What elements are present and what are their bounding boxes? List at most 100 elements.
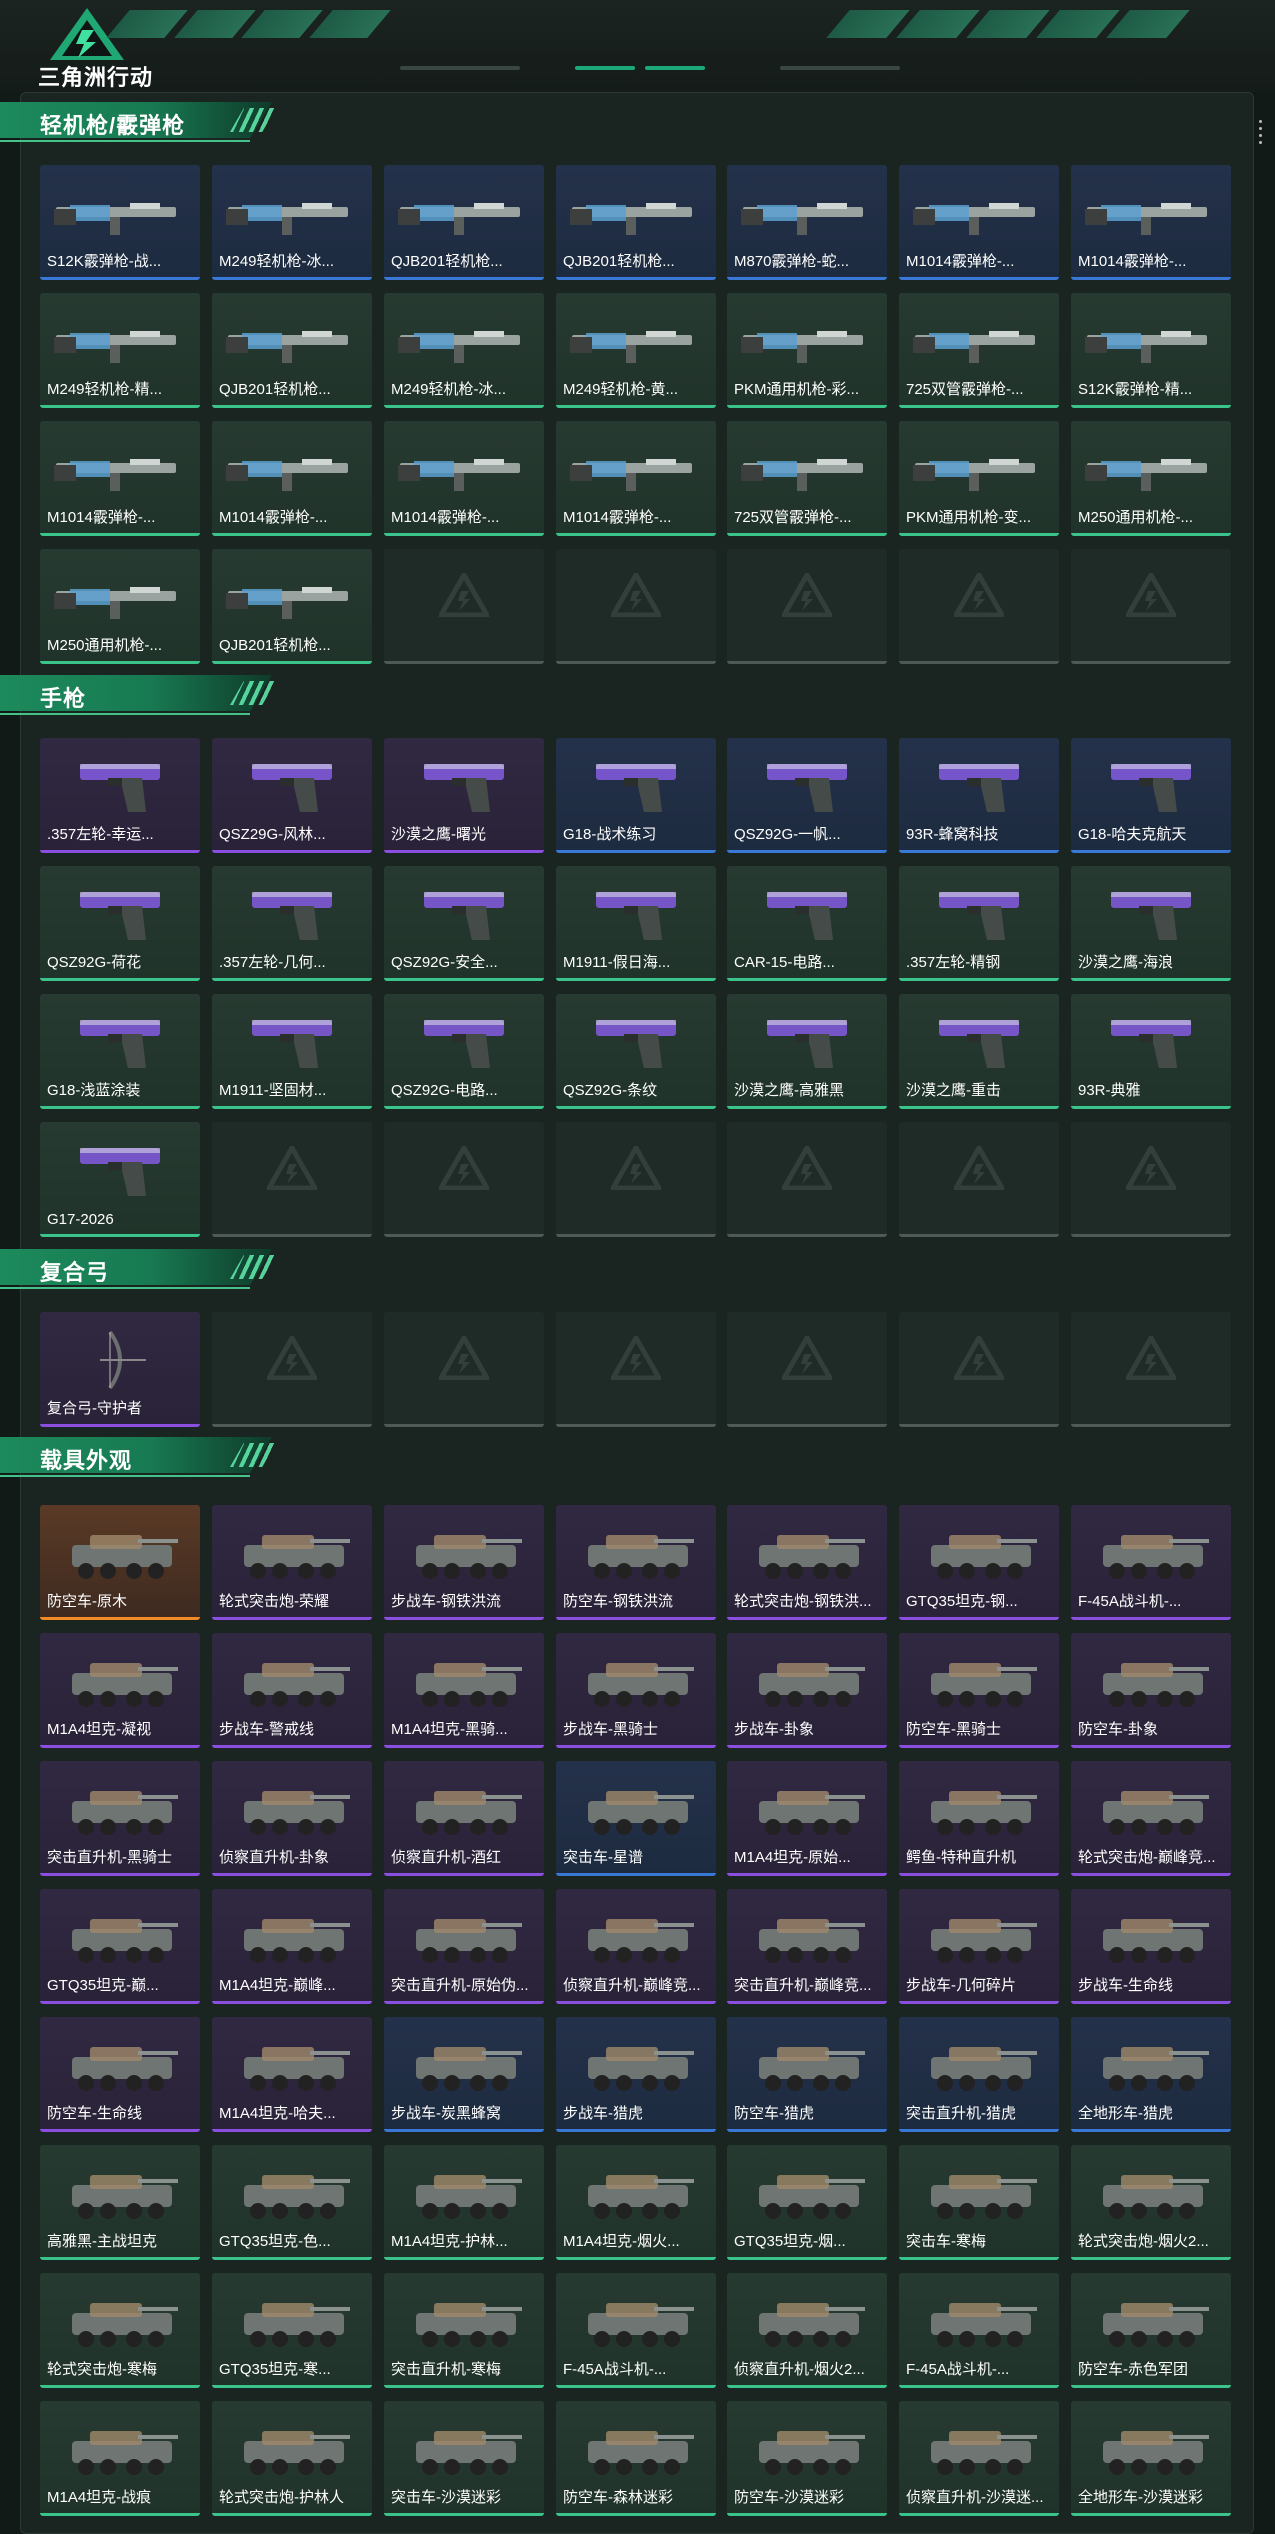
skin-card[interactable]: M1911-假日海...	[556, 866, 716, 981]
skin-card[interactable]: QJB201轻机枪...	[556, 165, 716, 280]
skin-card[interactable]: 侦察直升机-酒红	[384, 1761, 544, 1876]
skin-card[interactable]: 725双管霰弹枪-...	[899, 293, 1059, 408]
skin-card[interactable]: 轮式突击炮-烟火2...	[1071, 2145, 1231, 2260]
skin-card[interactable]: GTQ35坦克-烟...	[727, 2145, 887, 2260]
skin-card[interactable]: 步战车-卦象	[727, 1633, 887, 1748]
skin-card[interactable]: QSZ92G-条纹	[556, 994, 716, 1109]
skin-card[interactable]: QJB201轻机枪...	[212, 293, 372, 408]
skin-card[interactable]: GTQ35坦克-巅...	[40, 1889, 200, 2004]
skin-card[interactable]: M1A4坦克-哈夫...	[212, 2017, 372, 2132]
skin-card[interactable]: 侦察直升机-卦象	[212, 1761, 372, 1876]
skin-card[interactable]: M249轻机枪-黄...	[556, 293, 716, 408]
skin-card[interactable]: S12K霰弹枪-战...	[40, 165, 200, 280]
skin-card[interactable]: QSZ29G-风林...	[212, 738, 372, 853]
skin-card[interactable]: M249轻机枪-冰...	[384, 293, 544, 408]
skin-card[interactable]: 防空车-原木	[40, 1505, 200, 1620]
skin-card[interactable]: 突击车-沙漠迷彩	[384, 2401, 544, 2516]
skin-card[interactable]: 防空车-猎虎	[727, 2017, 887, 2132]
skin-card[interactable]: 725双管霰弹枪-...	[727, 421, 887, 536]
skin-card[interactable]: 防空车-黑骑士	[899, 1633, 1059, 1748]
skin-card[interactable]: M1014霰弹枪-...	[40, 421, 200, 536]
skin-card[interactable]: 93R-蜂窝科技	[899, 738, 1059, 853]
skin-card[interactable]: 鳄鱼-特种直升机	[899, 1761, 1059, 1876]
skin-card[interactable]: 防空车-森林迷彩	[556, 2401, 716, 2516]
skin-card[interactable]: M1014霰弹枪-...	[384, 421, 544, 536]
skin-card[interactable]: M1A4坦克-原始...	[727, 1761, 887, 1876]
skin-card[interactable]: 步战车-钢铁洪流	[384, 1505, 544, 1620]
skin-card[interactable]: 步战车-炭黑蜂窝	[384, 2017, 544, 2132]
skin-card[interactable]: M249轻机枪-精...	[40, 293, 200, 408]
skin-card[interactable]: 轮式突击炮-护林人	[212, 2401, 372, 2516]
skin-card[interactable]: 侦察直升机-巅峰竞...	[556, 1889, 716, 2004]
skin-card[interactable]: 突击直升机-黑骑士	[40, 1761, 200, 1876]
skin-card[interactable]: F-45A战斗机-...	[899, 2273, 1059, 2388]
skin-card[interactable]: 突击直升机-猎虎	[899, 2017, 1059, 2132]
skin-card[interactable]: G17-2026	[40, 1122, 200, 1237]
skin-card[interactable]: 轮式突击炮-荣耀	[212, 1505, 372, 1620]
skin-card[interactable]: 复合弓-守护者	[40, 1312, 200, 1427]
skin-card[interactable]: M1014霰弹枪-...	[212, 421, 372, 536]
skin-card[interactable]: CAR-15-电路...	[727, 866, 887, 981]
skin-card[interactable]: 步战车-几何碎片	[899, 1889, 1059, 2004]
skin-card[interactable]: 轮式突击炮-钢铁洪...	[727, 1505, 887, 1620]
skin-card[interactable]: 步战车-猎虎	[556, 2017, 716, 2132]
skin-card[interactable]: 突击直升机-寒梅	[384, 2273, 544, 2388]
scrollbar-handle[interactable]	[1258, 120, 1264, 150]
skin-card[interactable]: .357左轮-精钢	[899, 866, 1059, 981]
skin-card[interactable]: 沙漠之鹰-高雅黑	[727, 994, 887, 1109]
skin-card[interactable]: M1A4坦克-凝视	[40, 1633, 200, 1748]
skin-card[interactable]: M250通用机枪-...	[40, 549, 200, 664]
skin-card[interactable]: S12K霰弹枪-精...	[1071, 293, 1231, 408]
skin-card[interactable]: 全地形车-猎虎	[1071, 2017, 1231, 2132]
skin-card[interactable]: 步战车-黑骑士	[556, 1633, 716, 1748]
skin-card[interactable]: M1014霰弹枪-...	[899, 165, 1059, 280]
skin-card[interactable]: 突击车-寒梅	[899, 2145, 1059, 2260]
skin-card[interactable]: M1A4坦克-烟火...	[556, 2145, 716, 2260]
skin-card[interactable]: 步战车-警戒线	[212, 1633, 372, 1748]
skin-card[interactable]: 侦察直升机-沙漠迷...	[899, 2401, 1059, 2516]
skin-card[interactable]: G18-浅蓝涂装	[40, 994, 200, 1109]
skin-card[interactable]: 突击直升机-巅峰竞...	[727, 1889, 887, 2004]
skin-card[interactable]: PKM通用机枪-彩...	[727, 293, 887, 408]
skin-card[interactable]: 轮式突击炮-寒梅	[40, 2273, 200, 2388]
skin-card[interactable]: 防空车-沙漠迷彩	[727, 2401, 887, 2516]
skin-card[interactable]: 轮式突击炮-巅峰竞...	[1071, 1761, 1231, 1876]
skin-card[interactable]: PKM通用机枪-变...	[899, 421, 1059, 536]
skin-card[interactable]: M1A4坦克-黑骑...	[384, 1633, 544, 1748]
skin-card[interactable]: M1A4坦克-护林...	[384, 2145, 544, 2260]
skin-card[interactable]: GTQ35坦克-钢...	[899, 1505, 1059, 1620]
skin-card[interactable]: M1911-坚固材...	[212, 994, 372, 1109]
skin-card[interactable]: 突击车-星谱	[556, 1761, 716, 1876]
skin-card[interactable]: M1014霰弹枪-...	[556, 421, 716, 536]
skin-card[interactable]: 防空车-卦象	[1071, 1633, 1231, 1748]
skin-card[interactable]: M1A4坦克-战痕	[40, 2401, 200, 2516]
skin-card[interactable]: QSZ92G-电路...	[384, 994, 544, 1109]
skin-card[interactable]: F-45A战斗机-...	[1071, 1505, 1231, 1620]
skin-card[interactable]: M1014霰弹枪-...	[1071, 165, 1231, 280]
skin-card[interactable]: M870霰弹枪-蛇...	[727, 165, 887, 280]
skin-card[interactable]: 沙漠之鹰-重击	[899, 994, 1059, 1109]
skin-card[interactable]: M250通用机枪-...	[1071, 421, 1231, 536]
skin-card[interactable]: 突击直升机-原始伪...	[384, 1889, 544, 2004]
skin-card[interactable]: G18-战术练习	[556, 738, 716, 853]
skin-card[interactable]: 高雅黑-主战坦克	[40, 2145, 200, 2260]
skin-card[interactable]: QJB201轻机枪...	[384, 165, 544, 280]
skin-card[interactable]: 防空车-赤色军团	[1071, 2273, 1231, 2388]
skin-card[interactable]: .357左轮-幸运...	[40, 738, 200, 853]
skin-card[interactable]: GTQ35坦克-寒...	[212, 2273, 372, 2388]
skin-card[interactable]: QSZ92G-一帆...	[727, 738, 887, 853]
skin-card[interactable]: 93R-典雅	[1071, 994, 1231, 1109]
skin-card[interactable]: 全地形车-沙漠迷彩	[1071, 2401, 1231, 2516]
skin-card[interactable]: G18-哈夫克航天	[1071, 738, 1231, 853]
skin-card[interactable]: .357左轮-几何...	[212, 866, 372, 981]
skin-card[interactable]: GTQ35坦克-色...	[212, 2145, 372, 2260]
skin-card[interactable]: 侦察直升机-烟火2...	[727, 2273, 887, 2388]
skin-card[interactable]: QSZ92G-安全...	[384, 866, 544, 981]
skin-card[interactable]: F-45A战斗机-...	[556, 2273, 716, 2388]
skin-card[interactable]: 沙漠之鹰-曙光	[384, 738, 544, 853]
skin-card[interactable]: M249轻机枪-冰...	[212, 165, 372, 280]
skin-card[interactable]: QJB201轻机枪...	[212, 549, 372, 664]
skin-card[interactable]: 步战车-生命线	[1071, 1889, 1231, 2004]
skin-card[interactable]: QSZ92G-荷花	[40, 866, 200, 981]
skin-card[interactable]: 防空车-生命线	[40, 2017, 200, 2132]
